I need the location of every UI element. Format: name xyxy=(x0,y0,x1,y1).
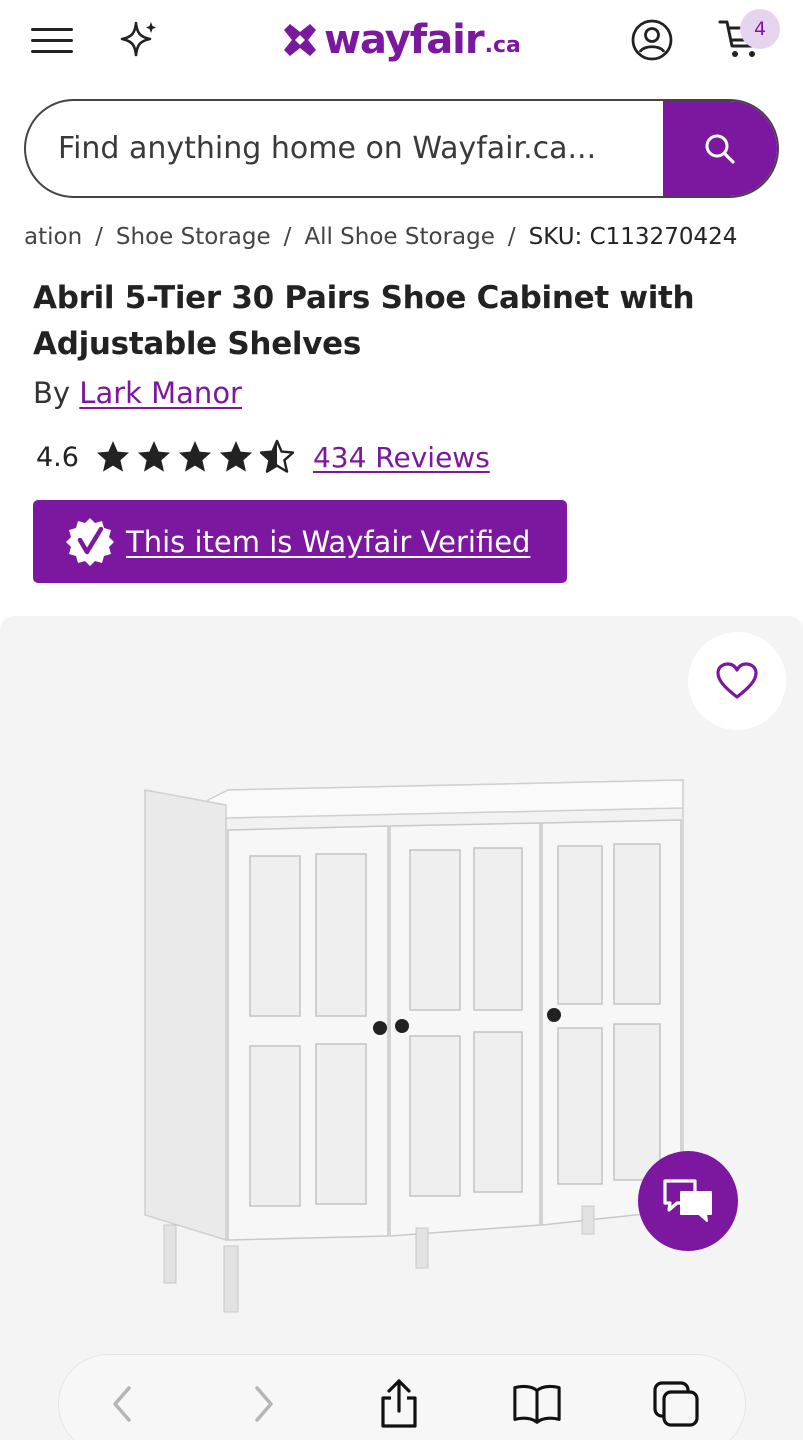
star-full-icon xyxy=(178,441,211,472)
star-full-icon xyxy=(137,441,170,472)
chevron-right-icon xyxy=(255,1386,273,1422)
rating-value: 4.6 xyxy=(36,441,79,473)
logo-tld: .ca xyxy=(484,32,521,58)
logo-text: wayfair xyxy=(324,17,485,63)
brand-byline: By Lark Manor xyxy=(33,376,242,410)
verified-text: This item is Wayfair Verified xyxy=(126,524,531,559)
search-button[interactable] xyxy=(663,101,777,196)
shoe-cabinet-image xyxy=(144,779,684,1313)
share-icon xyxy=(381,1379,417,1428)
share-button[interactable] xyxy=(374,1379,424,1429)
breadcrumb-separator: / xyxy=(507,224,516,250)
chevron-left-icon xyxy=(113,1386,131,1422)
wayfair-verified-banner[interactable]: This item is Wayfair Verified xyxy=(33,500,567,583)
breadcrumb-item[interactable]: ation xyxy=(24,224,82,250)
by-label: By xyxy=(33,376,71,410)
bookmarks-button[interactable] xyxy=(512,1379,562,1429)
heart-icon xyxy=(716,662,758,699)
star-full-icon xyxy=(96,441,129,472)
star-full-icon xyxy=(219,441,252,472)
tabs-icon xyxy=(653,1381,699,1427)
back-button[interactable] xyxy=(97,1379,147,1429)
browser-toolbar xyxy=(58,1354,746,1440)
menu-icon[interactable] xyxy=(31,25,73,55)
rating-row: 4.6 434 Reviews xyxy=(36,434,490,480)
search-input[interactable] xyxy=(26,101,663,196)
chat-icon xyxy=(663,1179,712,1222)
cart-count-badge[interactable]: 4 xyxy=(740,9,780,49)
book-icon xyxy=(513,1384,561,1424)
breadcrumb-separator: / xyxy=(283,224,292,250)
brand-link[interactable]: Lark Manor xyxy=(79,376,242,410)
breadcrumb-item-shoe-storage[interactable]: Shoe Storage xyxy=(116,224,271,250)
wayfair-logo[interactable]: wayfair .ca xyxy=(282,12,521,68)
reviews-link[interactable]: 434 Reviews xyxy=(313,441,490,474)
sparkle-icon[interactable] xyxy=(116,18,160,62)
sku-label: SKU: C113270424 xyxy=(528,224,738,250)
breadcrumb-item-all-shoe-storage[interactable]: All Shoe Storage xyxy=(304,224,495,250)
product-title: Abril 5-Tier 30 Pairs Shoe Cabinet with … xyxy=(33,280,695,362)
search-bar xyxy=(24,99,779,198)
site-header: wayfair .ca 4 xyxy=(0,0,803,86)
search-icon xyxy=(705,134,735,164)
chat-button[interactable] xyxy=(638,1151,738,1251)
breadcrumb-separator: / xyxy=(95,224,103,250)
star-rating[interactable] xyxy=(95,439,295,475)
star-half-icon xyxy=(259,439,295,473)
verified-badge-icon xyxy=(66,517,114,566)
forward-button[interactable] xyxy=(239,1379,289,1429)
logo-mark-icon xyxy=(284,24,316,56)
account-icon[interactable] xyxy=(630,18,674,62)
tabs-button[interactable] xyxy=(651,1379,701,1429)
breadcrumb: ation / Shoe Storage / All Shoe Storage … xyxy=(0,222,803,256)
favorite-button[interactable] xyxy=(688,632,786,730)
